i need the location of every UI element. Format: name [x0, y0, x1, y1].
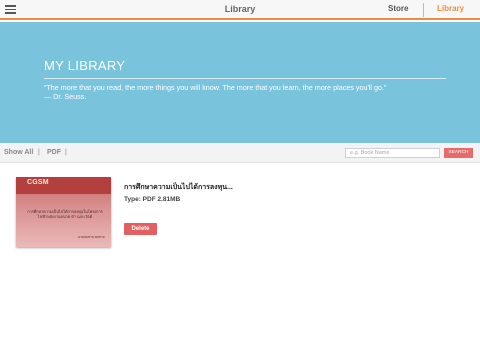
banner-title: MY LIBRARY [44, 58, 126, 73]
filter-separator: | [38, 149, 40, 156]
delete-button[interactable]: Delete [124, 223, 157, 235]
book-cover-thumbnail[interactable]: CGSM การศึกษาความเป็นไปได้การลงทุนในโครง… [16, 177, 111, 247]
tab-library[interactable]: Library [437, 4, 464, 13]
book-type-size: Type: PDF 2.81MB [124, 196, 181, 203]
banner-quote: “The more that you read, the more things… [44, 83, 387, 92]
filter-pdf[interactable]: PDF [47, 149, 61, 156]
cover-title-text: การศึกษาความเป็นไปได้การลงทุนในโครงการ ไ… [22, 210, 108, 220]
banner-quote-author: — Dr. Seuss. [44, 92, 87, 101]
filter-separator: | [65, 149, 67, 156]
book-title[interactable]: การศึกษาความเป็นไปได้การลงทุน... [124, 182, 233, 193]
filter-show-all[interactable]: Show All [4, 149, 33, 156]
filter-bar: Show All | PDF | SEARCH [0, 143, 480, 163]
cover-author: นายสมชาย สมชาย [78, 235, 105, 239]
search-button[interactable]: SEARCH [444, 148, 473, 158]
library-banner: MY LIBRARY “The more that you read, the … [0, 22, 480, 143]
banner-quote-block: “The more that you read, the more things… [44, 83, 454, 101]
banner-divider [44, 78, 446, 79]
tab-divider [423, 3, 424, 17]
top-navigation-bar: Library Store Library [0, 0, 480, 20]
cover-logo: CGSM [27, 179, 49, 186]
tab-store[interactable]: Store [388, 4, 408, 13]
cover-title-line: ไฟฟ้าพลังงานขนาด ต่า เมกะวัตต์ [37, 215, 93, 220]
book-search-input[interactable] [345, 148, 440, 158]
